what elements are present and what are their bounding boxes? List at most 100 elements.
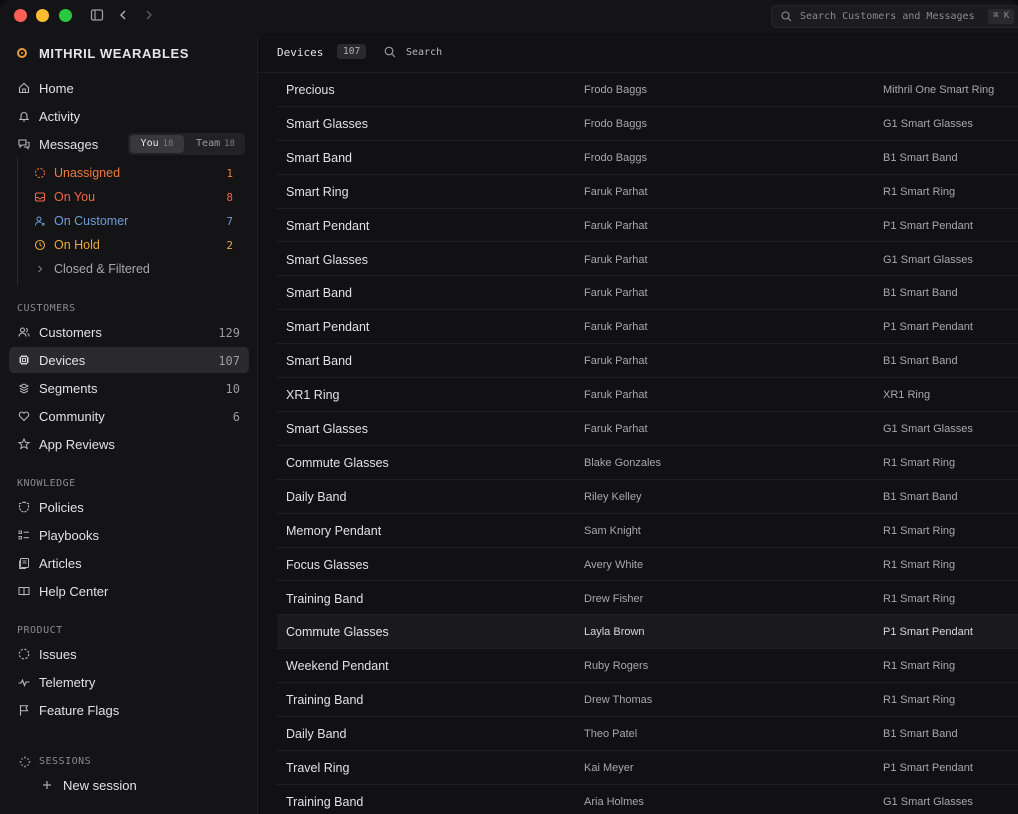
filter-count: 8 xyxy=(226,191,233,204)
customer-name: Blake Gonzales xyxy=(584,456,662,469)
maximize-window-button[interactable] xyxy=(59,9,72,22)
table-row[interactable]: Precious Frodo Baggs Mithril One Smart Rin… xyxy=(277,73,1018,107)
shield-icon xyxy=(17,500,31,514)
filter-closed-filtered[interactable]: Closed & Filtered xyxy=(26,258,240,282)
table-row[interactable]: Travel Ring Kai Meyer P1 Smart Pendant xyxy=(277,751,1018,785)
table-row[interactable]: XR1 Ring Faruk Parhat XR1 Ring xyxy=(277,378,1018,412)
customer-name: Sam Knight xyxy=(584,524,641,537)
new-session-button[interactable]: New session xyxy=(38,775,218,797)
filter-unassigned[interactable]: Unassigned 1 xyxy=(26,162,240,186)
customer-name: Layla Brown xyxy=(584,626,645,639)
sidebar-item-issues[interactable]: Issues xyxy=(9,641,249,667)
table-row[interactable]: Commute Glasses Layla Brown P1 Smart Penda… xyxy=(277,615,1018,650)
sidebar-item-label: Policies xyxy=(39,500,84,515)
device-name: Travel Ring xyxy=(286,761,350,775)
table-row[interactable]: Smart Glasses Frodo Baggs G1 Smart Glasses xyxy=(277,107,1018,141)
main-header: Devices 107 xyxy=(258,33,1018,73)
customer-name: Faruk Parhat xyxy=(584,287,648,300)
sidebar-item-telemetry[interactable]: Telemetry xyxy=(9,669,249,695)
device-model: P1 Smart Pendant xyxy=(883,762,973,774)
sidebar-item-count: 10 xyxy=(225,382,240,396)
sidebar-item-label: Telemetry xyxy=(39,675,96,690)
customer-name: Riley Kelley xyxy=(584,490,642,503)
table-row[interactable]: Smart Ring Faruk Parhat R1 Smart Ring xyxy=(277,175,1018,209)
dashed-circle-icon xyxy=(17,647,31,661)
device-model: R1 Smart Ring xyxy=(883,694,956,707)
table-row[interactable]: Daily Band Riley Kelley B1 Smart Band xyxy=(277,480,1018,514)
filter-on-customer[interactable]: On Customer 7 xyxy=(26,210,240,234)
table-row[interactable]: Smart Band Faruk Parhat B1 Smart Band xyxy=(277,344,1018,379)
shortcut-hint: ⌘ K xyxy=(988,9,1015,24)
sidebar-item-home[interactable]: Home xyxy=(9,75,249,101)
device-name: Smart Pendant xyxy=(286,218,370,233)
table-row[interactable]: Smart Glasses Faruk Parhat G1 Smart Glasse… xyxy=(277,412,1018,446)
bell-icon xyxy=(17,109,31,123)
toggle-you[interactable]: You 18 xyxy=(130,135,184,153)
sidebar-item-feature-flags[interactable]: Feature Flags xyxy=(9,697,249,723)
sidebar-item-count: 107 xyxy=(218,354,240,368)
table-row[interactable]: Memory Pendant Sam Knight R1 Smart Ring xyxy=(277,514,1018,548)
close-window-button[interactable] xyxy=(14,9,27,22)
sidebar-item-segments[interactable]: Segments 10 xyxy=(9,375,249,401)
sidebar-item-label: Home xyxy=(39,81,74,96)
search-icon xyxy=(384,46,396,58)
dashed-circle-icon xyxy=(34,167,46,179)
device-name: Focus Glasses xyxy=(286,557,369,572)
filter-on-hold[interactable]: On Hold 2 xyxy=(26,234,240,258)
table-row[interactable]: Smart Pendant Faruk Parhat P1 Smart Pendan… xyxy=(277,310,1018,345)
filter-on-you[interactable]: On You 8 xyxy=(26,186,240,210)
filter-label: On You xyxy=(54,190,96,204)
device-model: Mithril One Smart Ring xyxy=(883,84,995,96)
heart-icon xyxy=(17,409,31,423)
device-name: Smart Band xyxy=(286,286,353,301)
table-row[interactable]: Commute Glasses Blake Gonzales R1 Smart Ri… xyxy=(277,446,1018,480)
device-name: Smart Band xyxy=(286,354,353,369)
submenu-rail xyxy=(17,157,18,285)
customer-name: Drew Thomas xyxy=(584,694,653,707)
section-label-customers: CUSTOMERS xyxy=(17,303,76,314)
device-name: Smart Glasses xyxy=(286,422,368,436)
table-row[interactable]: Smart Pendant Faruk Parhat P1 Smart Pendan… xyxy=(277,209,1018,243)
minimize-window-button[interactable] xyxy=(36,9,49,22)
sidebar-item-help-center[interactable]: Help Center xyxy=(9,578,249,604)
messages-icon xyxy=(17,137,31,151)
page-title: Devices xyxy=(277,46,324,59)
table-row[interactable]: Training Band Aria Holmes G1 Smart Glasses xyxy=(277,785,1018,814)
sidebar-toggle-icon[interactable] xyxy=(90,8,104,22)
sidebar-item-devices[interactable]: Devices 107 xyxy=(9,347,249,373)
sidebar-item-customers[interactable]: Customers 129 xyxy=(9,319,249,345)
sidebar-item-policies[interactable]: Policies xyxy=(9,494,249,520)
table-row[interactable]: Smart Band Frodo Baggs B1 Smart Band xyxy=(277,141,1018,175)
sidebar-item-app-reviews[interactable]: App Reviews xyxy=(9,431,249,457)
star-icon xyxy=(17,437,31,451)
device-search-input[interactable] xyxy=(406,44,606,60)
sidebar-item-messages[interactable]: Messages xyxy=(9,131,124,157)
flag-icon xyxy=(17,703,31,717)
device-model: P1 Smart Pendant xyxy=(883,626,973,639)
sidebar-item-label: Messages xyxy=(39,137,99,152)
table-row[interactable]: Training Band Drew Fisher R1 Smart Ring xyxy=(277,582,1018,616)
device-model: G1 Smart Glasses xyxy=(883,117,973,130)
forward-arrow-icon[interactable] xyxy=(142,8,156,22)
device-name: Weekend Pendant xyxy=(286,659,389,674)
sidebar-item-label: Segments xyxy=(39,381,98,396)
table-row[interactable]: Training Band Drew Thomas R1 Smart Ring xyxy=(277,683,1018,718)
table-row[interactable]: Smart Band Faruk Parhat B1 Smart Band xyxy=(277,276,1018,311)
plus-icon xyxy=(42,780,52,790)
back-arrow-icon[interactable] xyxy=(116,8,130,22)
sidebar-item-community[interactable]: Community 6 xyxy=(9,403,249,429)
device-name: Smart Ring xyxy=(286,184,349,199)
toggle-you-label: You xyxy=(140,138,159,149)
sidebar-item-playbooks[interactable]: Playbooks xyxy=(9,522,249,548)
global-search[interactable]: Search Customers and Messages ⌘ K xyxy=(771,5,1018,28)
device-name: Smart Glasses xyxy=(286,252,368,267)
table-row[interactable]: Focus Glasses Avery White R1 Smart Ring xyxy=(277,548,1018,582)
sidebar-item-articles[interactable]: Articles xyxy=(9,550,249,576)
table-row[interactable]: Weekend Pendant Ruby Rogers R1 Smart Ring xyxy=(277,649,1018,684)
filter-count: 7 xyxy=(226,215,233,228)
sidebar-item-label: Community xyxy=(39,409,105,424)
sidebar-item-activity[interactable]: Activity xyxy=(9,103,249,129)
toggle-team[interactable]: Team 18 xyxy=(188,135,243,153)
table-row[interactable]: Daily Band Theo Patel B1 Smart Band xyxy=(277,717,1018,751)
table-row[interactable]: Smart Glasses Faruk Parhat G1 Smart Glasse… xyxy=(277,243,1018,277)
